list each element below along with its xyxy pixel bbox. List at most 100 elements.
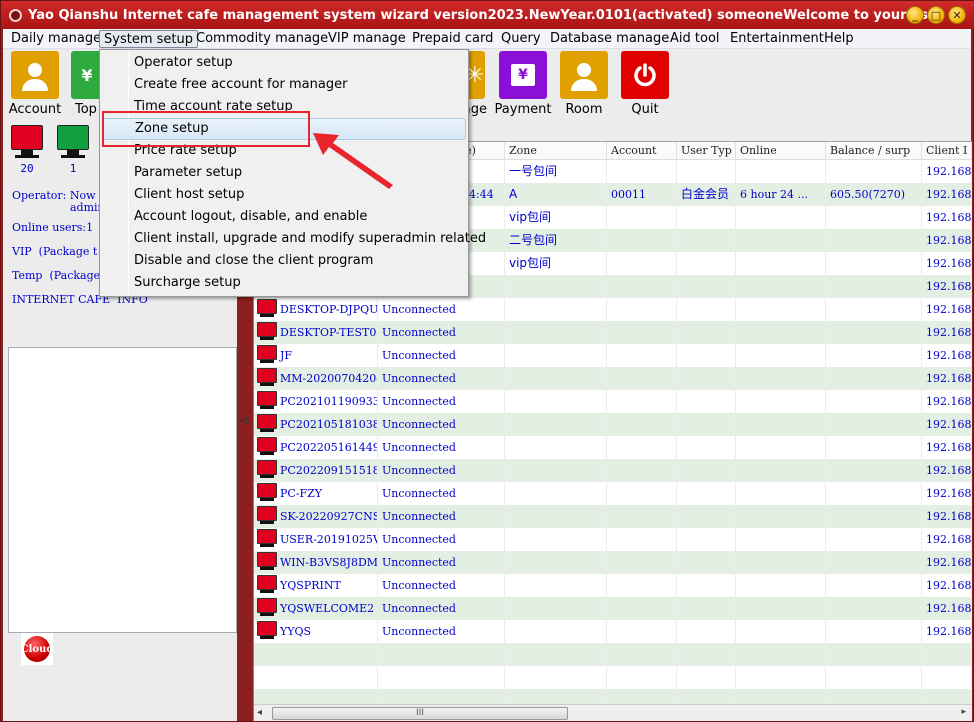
menu-system-setup[interactable]: System setup (99, 30, 198, 48)
cell-zone (505, 689, 607, 704)
menu-prepaid-card[interactable]: Prepaid card (408, 30, 497, 48)
quit-label: Quit (631, 102, 659, 117)
room-button[interactable]: Room (554, 51, 614, 117)
top-up-label: Top (75, 102, 97, 117)
table-row[interactable]: PC202105181038 Unconnected 192.168 (254, 413, 972, 436)
top-up-button[interactable]: ¥ Top (59, 51, 103, 117)
menu-item-client-host-setup[interactable]: Client host setup (102, 184, 466, 206)
column-header-zone[interactable]: Zone (505, 142, 607, 160)
table-row[interactable]: YQSPRINT Unconnected 192.168 (254, 574, 972, 597)
online-pc-status[interactable]: 1 (55, 125, 91, 175)
menu-item-disable-client[interactable]: Disable and close the client program (102, 250, 466, 272)
column-header-client-ip[interactable]: Client I (922, 142, 972, 160)
offline-pc-status[interactable]: 20 (9, 125, 45, 175)
cell-user-type (677, 229, 736, 252)
cell-online (736, 666, 826, 689)
table-row[interactable]: WIN-B3VS8J8DM83Unconnected 192.168 (254, 551, 972, 574)
cell-account: 00011 (607, 183, 677, 206)
cell-account (607, 298, 677, 321)
cell-client-ip: 192.168 (922, 252, 972, 275)
column-header-online[interactable]: Online (736, 142, 826, 160)
cell-client-ip: 192.168 (922, 344, 972, 367)
table-row[interactable]: PC202205161449 Unconnected 192.168 (254, 436, 972, 459)
cell-account (607, 505, 677, 528)
account-button[interactable]: Account (5, 51, 65, 117)
minimize-icon: _ (912, 8, 918, 22)
table-row[interactable] (254, 689, 972, 704)
cell-zone (505, 666, 607, 689)
cell-status: Unconnected (378, 482, 505, 505)
maximize-button[interactable]: □ (927, 6, 945, 24)
quit-button[interactable]: Quit (615, 51, 675, 117)
cell-account (607, 252, 677, 275)
column-header-balance[interactable]: Balance / surp (826, 142, 922, 160)
column-header-account[interactable]: Account (607, 142, 677, 160)
cell-client-name: YQSWELCOME2 (254, 597, 378, 620)
menu-entertainment[interactable]: Entertainment (726, 30, 828, 48)
table-row[interactable]: PC202209151518 Unconnected 192.168 (254, 459, 972, 482)
menu-item-account-logout[interactable]: Account logout, disable, and enable (102, 206, 466, 228)
table-row[interactable]: SK-20220927CNSJ Unconnected 192.168 (254, 505, 972, 528)
person-icon (11, 51, 59, 99)
cell-online (736, 413, 826, 436)
cell-online (736, 597, 826, 620)
cell-status: Unconnected (378, 551, 505, 574)
table-row[interactable]: USER-20191025VUUnconnected 192.168 (254, 528, 972, 551)
menu-item-client-install[interactable]: Client install, upgrade and modify super… (102, 228, 486, 250)
cell-balance (826, 528, 922, 551)
cell-account (607, 528, 677, 551)
minimize-button[interactable]: _ (906, 6, 924, 24)
menu-item-operator-setup[interactable]: Operator setup (102, 52, 466, 74)
person-icon (560, 51, 608, 99)
cell-zone (505, 459, 607, 482)
temp-package-info: Temp (Package (12, 269, 101, 282)
menu-item-parameter-setup[interactable]: Parameter setup (102, 162, 466, 184)
cell-balance (826, 436, 922, 459)
title-bar[interactable]: Yao Qianshu Internet cafe management sys… (1, 1, 974, 29)
menu-daily-manage[interactable]: Daily manage (7, 30, 105, 48)
payment-button[interactable]: ¥ Payment (493, 51, 553, 117)
table-row[interactable]: MM-202007042048Unconnected 192.168 (254, 367, 972, 390)
table-row[interactable]: YQSWELCOME2 Unconnected 192.168 (254, 597, 972, 620)
cell-client-name: PC202105181038 (254, 413, 378, 436)
close-button[interactable]: ✕ (948, 6, 966, 24)
cell-account (607, 390, 677, 413)
table-row[interactable]: DESKTOP-TEST01 Unconnected 192.168 (254, 321, 972, 344)
power-icon (621, 51, 669, 99)
menu-query[interactable]: Query (497, 30, 545, 48)
cloud-button[interactable]: Cloud (21, 633, 53, 665)
cell-online (736, 505, 826, 528)
menu-database-manage[interactable]: Database manage (546, 30, 673, 48)
menu-aid-tool[interactable]: Aid tool (666, 30, 724, 48)
cell-account (607, 689, 677, 704)
offline-monitor-icon (11, 125, 43, 150)
cell-user-type (677, 321, 736, 344)
menu-item-surcharge-setup[interactable]: Surcharge setup (102, 272, 466, 294)
table-row[interactable] (254, 666, 972, 689)
menu-vip-manage[interactable]: VIP manage (324, 30, 410, 48)
scroll-right-arrow[interactable]: ▸ (961, 707, 966, 717)
menu-help[interactable]: Help (820, 30, 858, 48)
cell-client-name: PC202209151518 (254, 459, 378, 482)
menu-item-create-free-account[interactable]: Create free account for manager (102, 74, 466, 96)
cell-online (736, 620, 826, 643)
table-row[interactable]: DESKTOP-DJPQUD5Unconnected 192.168 (254, 298, 972, 321)
horizontal-scrollbar[interactable]: ◂ III ▸ (254, 704, 972, 721)
table-row[interactable]: YYQS Unconnected 192.168 (254, 620, 972, 643)
cell-balance (826, 321, 922, 344)
scroll-left-arrow[interactable]: ◂ (257, 707, 262, 718)
column-header-user-type[interactable]: User Typ (677, 142, 736, 160)
cell-status: Unconnected (378, 390, 505, 413)
cell-client-ip: 192.168 (922, 390, 972, 413)
scroll-thumb[interactable]: III (272, 707, 568, 720)
cell-balance (826, 206, 922, 229)
table-row[interactable]: PC-FZY Unconnected 192.168 (254, 482, 972, 505)
collapse-panel-arrow[interactable]: < (239, 413, 251, 429)
cell-zone: 二号包间 (505, 229, 607, 252)
table-row[interactable]: PC202101190933 Unconnected 192.168 (254, 390, 972, 413)
cell-balance (826, 298, 922, 321)
menu-commodity-manage[interactable]: Commodity manage (192, 30, 332, 48)
table-row[interactable] (254, 643, 972, 666)
table-row[interactable]: JF Unconnected 192.168 (254, 344, 972, 367)
cell-online: 6 hour 24 ... (736, 183, 826, 206)
